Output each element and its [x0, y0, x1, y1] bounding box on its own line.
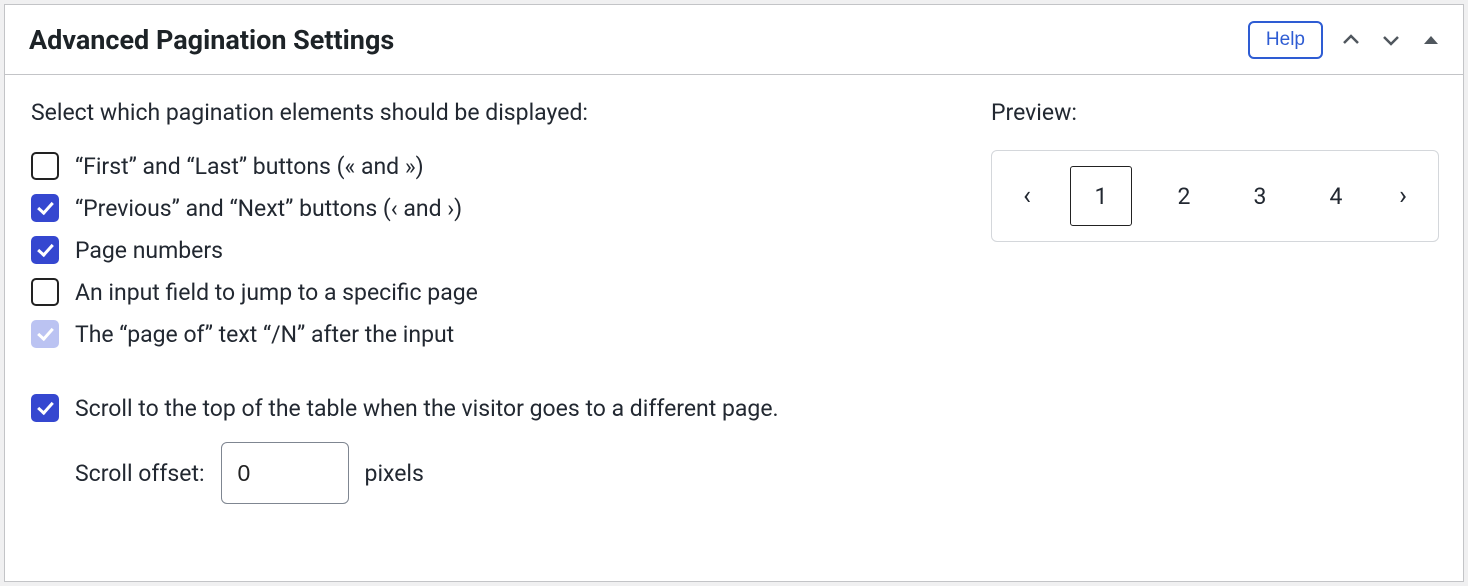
option-first-last[interactable]: “First” and “Last” buttons (« and ») [31, 152, 951, 180]
option-prev-next[interactable]: “Previous” and “Next” buttons (‹ and ›) [31, 194, 951, 222]
option-label: An input field to jump to a specific pag… [75, 279, 478, 306]
option-scroll-top[interactable]: Scroll to the top of the table when the … [31, 394, 951, 422]
option-label: The “page of” text “/N” after the input [75, 321, 454, 348]
option-label: Scroll to the top of the table when the … [75, 395, 779, 422]
move-down-icon[interactable] [1379, 28, 1403, 52]
scroll-offset-unit: pixels [365, 460, 424, 487]
pagination-preview: ‹ 1 2 3 4 › [991, 150, 1439, 242]
help-button[interactable]: Help [1248, 21, 1323, 59]
header-controls: Help [1248, 21, 1443, 59]
page-number-2[interactable]: 2 [1160, 172, 1208, 220]
preview-label: Preview: [991, 99, 1439, 126]
option-page-numbers[interactable]: Page numbers [31, 236, 951, 264]
checkbox-page-numbers[interactable] [31, 236, 59, 264]
panel-title: Advanced Pagination Settings [29, 24, 394, 56]
checkbox-scroll-top[interactable] [31, 394, 59, 422]
intro-text: Select which pagination elements should … [31, 99, 951, 126]
options-list: “First” and “Last” buttons (« and ») “Pr… [31, 152, 951, 422]
next-page-button[interactable]: › [1388, 181, 1418, 211]
scroll-offset-row: Scroll offset: pixels [75, 442, 951, 504]
page-number-4[interactable]: 4 [1312, 172, 1360, 220]
move-up-icon[interactable] [1339, 28, 1363, 52]
panel-body: Select which pagination elements should … [5, 75, 1463, 528]
preview-column: Preview: ‹ 1 2 3 4 › [991, 99, 1439, 504]
page-number-1[interactable]: 1 [1070, 166, 1132, 226]
scroll-offset-label: Scroll offset: [75, 460, 205, 487]
panel-header: Advanced Pagination Settings Help [5, 5, 1463, 75]
collapse-icon[interactable] [1419, 28, 1443, 52]
option-label: “Previous” and “Next” buttons (‹ and ›) [75, 195, 462, 222]
option-label: “First” and “Last” buttons (« and ») [75, 153, 424, 180]
checkbox-first-last[interactable] [31, 152, 59, 180]
option-page-of-text[interactable]: The “page of” text “/N” after the input [31, 320, 951, 348]
option-label: Page numbers [75, 237, 223, 264]
settings-panel: Advanced Pagination Settings Help Select… [4, 4, 1464, 582]
scroll-offset-input[interactable] [221, 442, 349, 504]
checkbox-page-of-text[interactable] [31, 320, 59, 348]
checkbox-prev-next[interactable] [31, 194, 59, 222]
options-column: Select which pagination elements should … [31, 99, 951, 504]
prev-page-button[interactable]: ‹ [1012, 181, 1042, 211]
checkbox-jump-input[interactable] [31, 278, 59, 306]
page-number-3[interactable]: 3 [1236, 172, 1284, 220]
option-jump-input[interactable]: An input field to jump to a specific pag… [31, 278, 951, 306]
